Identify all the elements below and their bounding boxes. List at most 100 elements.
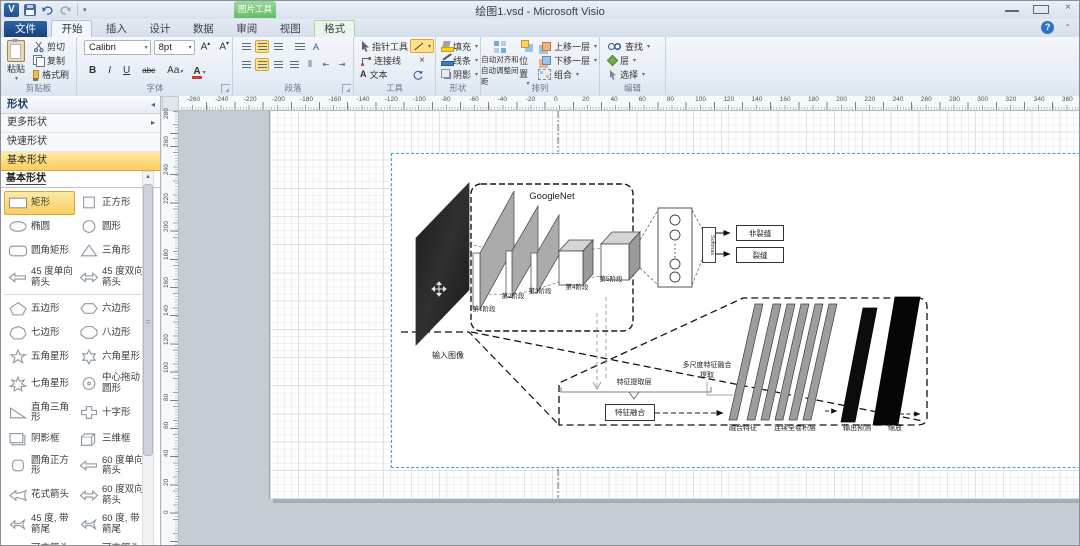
- position-button[interactable]: 位置▾: [519, 37, 536, 87]
- vertical-ruler[interactable]: 280260240220200180160140120100806040200: [162, 111, 179, 546]
- shape-item-fancy[interactable]: 花式箭头: [4, 481, 75, 510]
- shape-item-star7[interactable]: 七角星形: [4, 369, 75, 398]
- stage-4-shape[interactable]: [559, 240, 593, 285]
- minimize-button[interactable]: [1005, 2, 1019, 17]
- cut-button[interactable]: 剪切: [31, 39, 71, 53]
- italic-button[interactable]: I: [105, 65, 114, 76]
- strikethrough-button[interactable]: abc: [139, 66, 158, 75]
- shape-item-ellipse[interactable]: 椭圆: [4, 215, 75, 239]
- shape-item-arrow1[interactable]: 60 度单向箭头: [75, 452, 146, 481]
- select-button[interactable]: 选择▾: [606, 67, 665, 81]
- grow-font-button[interactable]: A▴: [198, 40, 214, 55]
- tab-design[interactable]: 设计: [140, 21, 179, 38]
- shape-item-tail[interactable]: 60 度, 带箭尾: [75, 510, 146, 539]
- shape-item-rsquare[interactable]: 圆角正方形: [4, 452, 75, 481]
- text-tool-button[interactable]: A 文本: [358, 67, 410, 81]
- shape-item-pent[interactable]: 五边形: [4, 297, 75, 321]
- align-right-icon[interactable]: [271, 58, 285, 71]
- shapes-scrollbar[interactable]: ▲: [142, 171, 154, 546]
- align-left-icon[interactable]: [239, 58, 253, 71]
- shrink-font-button[interactable]: A▾: [216, 40, 232, 55]
- tab-review[interactable]: 审阅: [227, 21, 266, 38]
- text-options-icon[interactable]: A: [309, 40, 323, 53]
- shape-item-rtri[interactable]: 直角三角形: [4, 399, 75, 428]
- output-prediction-shape[interactable]: [841, 308, 877, 422]
- shape-item-star5[interactable]: 五角星形: [4, 345, 75, 369]
- send-backward-button[interactable]: 下移一层▾: [536, 53, 599, 67]
- paste-button[interactable]: 粘贴▾: [1, 37, 31, 82]
- shapes-panel-header[interactable]: 形状◂: [1, 96, 160, 114]
- find-button[interactable]: 查找▾: [606, 39, 665, 53]
- change-case-button[interactable]: Aa▾: [164, 65, 186, 76]
- align-top-icon[interactable]: [239, 40, 253, 53]
- scroll-up-icon[interactable]: ▲: [143, 172, 153, 182]
- horizontal-ruler[interactable]: -260-240-220-200-180-160-140-120-100-80-…: [162, 96, 1080, 111]
- non-crack-box[interactable]: 非裂缝: [736, 225, 784, 241]
- text-direction-icon[interactable]: ⫴: [303, 58, 317, 71]
- font-size-select[interactable]: 8pt▾: [154, 40, 195, 55]
- basic-shapes-stencil-item[interactable]: 基本形状: [1, 152, 160, 171]
- shape-item-shadowbox[interactable]: 阴影框: [4, 428, 75, 452]
- more-shapes-item[interactable]: 更多形状▸: [1, 114, 160, 133]
- shape-item-hept[interactable]: 七边形: [4, 321, 75, 345]
- tab-view[interactable]: 视图: [271, 21, 310, 38]
- quick-shapes-item[interactable]: 快速形状: [1, 133, 160, 152]
- close-button[interactable]: ×: [1061, 2, 1075, 17]
- shape-item-tail[interactable]: 45 度, 带箭尾: [4, 510, 75, 539]
- shape-item-cross[interactable]: 十字形: [75, 399, 146, 428]
- shape-item-square[interactable]: 正方形: [75, 191, 146, 215]
- shape-item-rrect[interactable]: 圆角矩形: [4, 239, 75, 263]
- tab-file[interactable]: 文件: [4, 21, 47, 38]
- drawing-canvas[interactable]: GoogleNet 输入图像 第1阶段 第2阶段 第3阶段 第4阶段 第5阶段 …: [179, 111, 1080, 546]
- tab-format[interactable]: 格式: [314, 20, 355, 38]
- scale-output-shape[interactable]: [873, 297, 920, 425]
- tab-data[interactable]: 数据: [184, 21, 223, 38]
- group-button[interactable]: 组合▾: [536, 67, 599, 81]
- format-painter-button[interactable]: 格式刷: [31, 67, 71, 81]
- shadow-button[interactable]: 阴影▾: [439, 67, 480, 81]
- bullets-icon[interactable]: [293, 40, 307, 53]
- connector-tool-button[interactable]: 连接线: [358, 53, 410, 67]
- connection-point-button[interactable]: ×: [410, 53, 434, 67]
- auto-align-button[interactable]: 自动对齐和 自动调整间距: [481, 37, 519, 87]
- shape-item-arrow2[interactable]: 45 度双向箭头: [75, 263, 146, 292]
- softmax-box[interactable]: Softmax: [702, 227, 716, 263]
- fill-button[interactable]: 填充▾: [439, 39, 480, 53]
- fc-layer-shape[interactable]: [658, 208, 692, 287]
- shape-item-star6[interactable]: 六角星形: [75, 345, 146, 369]
- decrease-indent-icon[interactable]: ⇤: [319, 58, 333, 71]
- justify-icon[interactable]: [287, 58, 301, 71]
- bold-button[interactable]: B: [86, 65, 99, 76]
- input-image-shape[interactable]: [416, 183, 469, 345]
- pointer-tool-button[interactable]: 指针工具: [358, 39, 410, 53]
- align-bottom-icon[interactable]: [271, 40, 285, 53]
- feature-fusion-box[interactable]: 特征融合: [605, 404, 655, 421]
- scrollbar-thumb[interactable]: [143, 184, 153, 456]
- underline-button[interactable]: U: [120, 65, 133, 76]
- layers-button[interactable]: 层▾: [606, 53, 665, 67]
- restore-button[interactable]: [1033, 2, 1047, 17]
- shape-item-arrow1[interactable]: 可变箭头 1: [4, 540, 75, 546]
- font-color-button[interactable]: A▾: [192, 61, 205, 79]
- align-center-icon[interactable]: [255, 58, 269, 71]
- shape-item-ccircle[interactable]: 中心拖动圆形: [75, 369, 146, 398]
- stage-5-shape[interactable]: [601, 232, 640, 280]
- shape-item-hex[interactable]: 六边形: [75, 297, 146, 321]
- crack-box[interactable]: 裂缝: [736, 247, 784, 263]
- minimize-ribbon-icon[interactable]: ⌃: [1064, 23, 1071, 32]
- line-button[interactable]: 线条▾: [439, 53, 480, 67]
- shape-item-box3d[interactable]: 三维框: [75, 428, 146, 452]
- tab-insert[interactable]: 插入: [97, 21, 136, 38]
- shape-item-rect[interactable]: 矩形: [4, 191, 75, 215]
- copy-button[interactable]: 复制: [31, 53, 71, 67]
- font-family-select[interactable]: Calibri▾: [84, 40, 151, 55]
- shape-item-tri[interactable]: 三角形: [75, 239, 146, 263]
- increase-indent-icon[interactable]: ⇥: [335, 58, 349, 71]
- shape-item-arrow2[interactable]: 可变箭头 2: [75, 540, 146, 546]
- shape-item-arrow1[interactable]: 45 度单向箭头: [4, 263, 75, 292]
- align-middle-icon[interactable]: [255, 40, 269, 53]
- shape-item-circle[interactable]: 圆形: [75, 215, 146, 239]
- shape-item-oct[interactable]: 八边形: [75, 321, 146, 345]
- line-tool-button[interactable]: ▾: [410, 39, 434, 53]
- bring-forward-button[interactable]: 上移一层▾: [536, 39, 599, 53]
